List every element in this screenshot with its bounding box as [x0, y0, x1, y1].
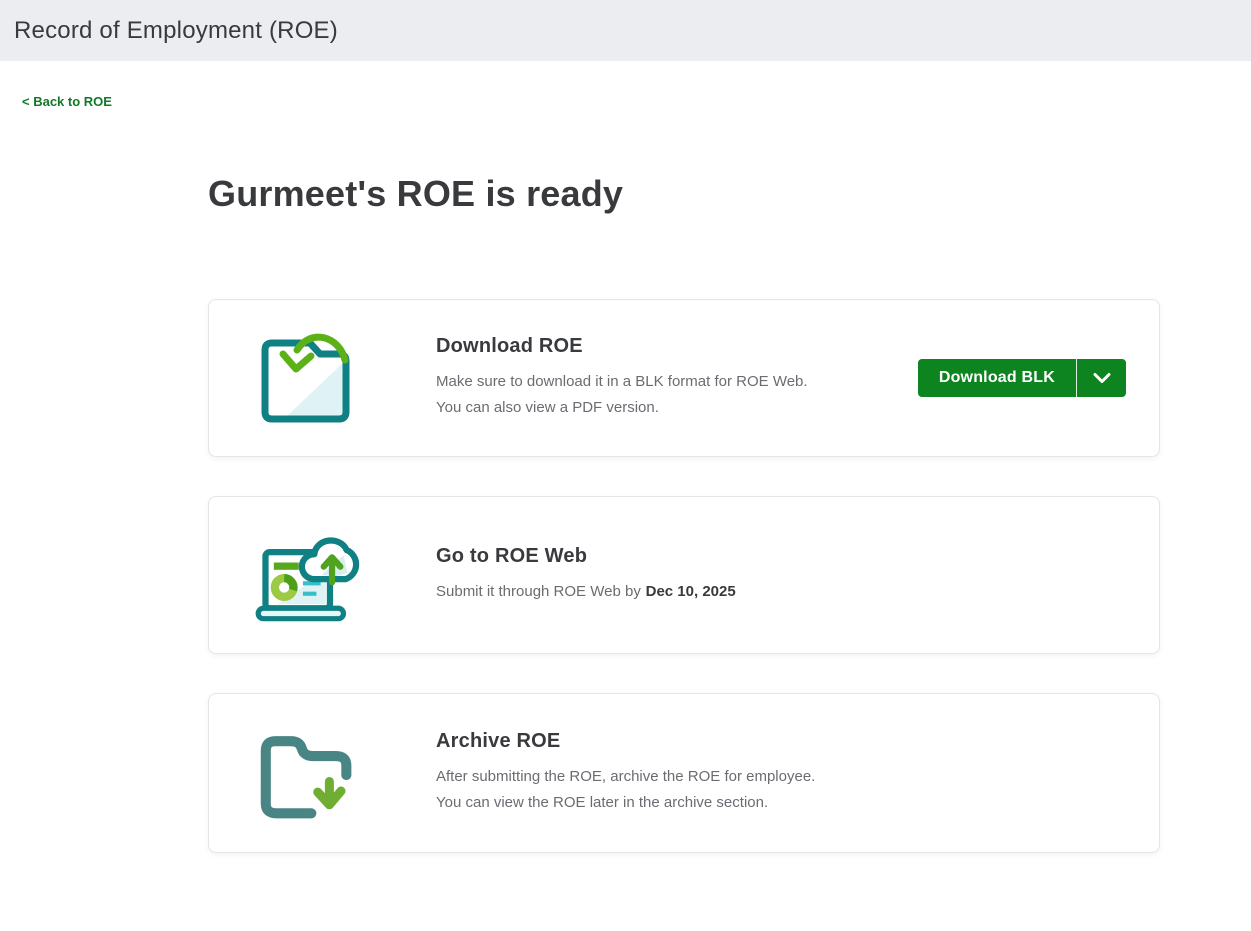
page-title: Record of Employment (ROE) — [14, 17, 338, 45]
card-title: Go to ROE Web — [436, 545, 736, 568]
download-blk-split-button: Download BLK — [918, 359, 1126, 397]
main-content: Gurmeet's ROE is ready Download ROE Make… — [0, 173, 1160, 853]
chevron-down-icon — [1093, 372, 1111, 384]
back-to-roe-link[interactable]: < Back to ROE — [22, 94, 112, 109]
archive-roe-text: Archive ROE After submitting the ROE, ar… — [436, 730, 815, 816]
card-title: Download ROE — [436, 335, 808, 358]
card-title: Archive ROE — [436, 730, 815, 753]
document-download-icon — [249, 322, 361, 434]
download-blk-button[interactable]: Download BLK — [918, 359, 1077, 397]
page-header: Record of Employment (ROE) — [0, 0, 1251, 61]
card-description-line2: You can also view a PDF version. — [436, 395, 808, 421]
due-date-prefix: Submit it through ROE Web by — [436, 583, 641, 600]
laptop-cloud-upload-icon — [249, 519, 361, 631]
go-to-roe-web-card[interactable]: Go to ROE Web Submit it through ROE Web … — [208, 496, 1160, 654]
folder-archive-icon — [249, 717, 361, 829]
card-description-line2: You can view the ROE later in the archiv… — [436, 790, 815, 816]
go-to-roe-web-text: Go to ROE Web Submit it through ROE Web … — [436, 545, 736, 605]
page-heading: Gurmeet's ROE is ready — [208, 173, 1160, 215]
download-options-chevron-button[interactable] — [1077, 359, 1126, 397]
card-description-line1: Submit it through ROE Web by Dec 10, 2025 — [436, 579, 736, 605]
due-date: Dec 10, 2025 — [646, 583, 736, 600]
download-roe-text: Download ROE Make sure to download it in… — [436, 335, 808, 421]
action-cards: Download ROE Make sure to download it in… — [208, 299, 1160, 853]
download-roe-card: Download ROE Make sure to download it in… — [208, 299, 1160, 457]
archive-roe-card[interactable]: Archive ROE After submitting the ROE, ar… — [208, 693, 1160, 853]
card-description-line1: Make sure to download it in a BLK format… — [436, 369, 808, 395]
card-description-line1: After submitting the ROE, archive the RO… — [436, 764, 815, 790]
